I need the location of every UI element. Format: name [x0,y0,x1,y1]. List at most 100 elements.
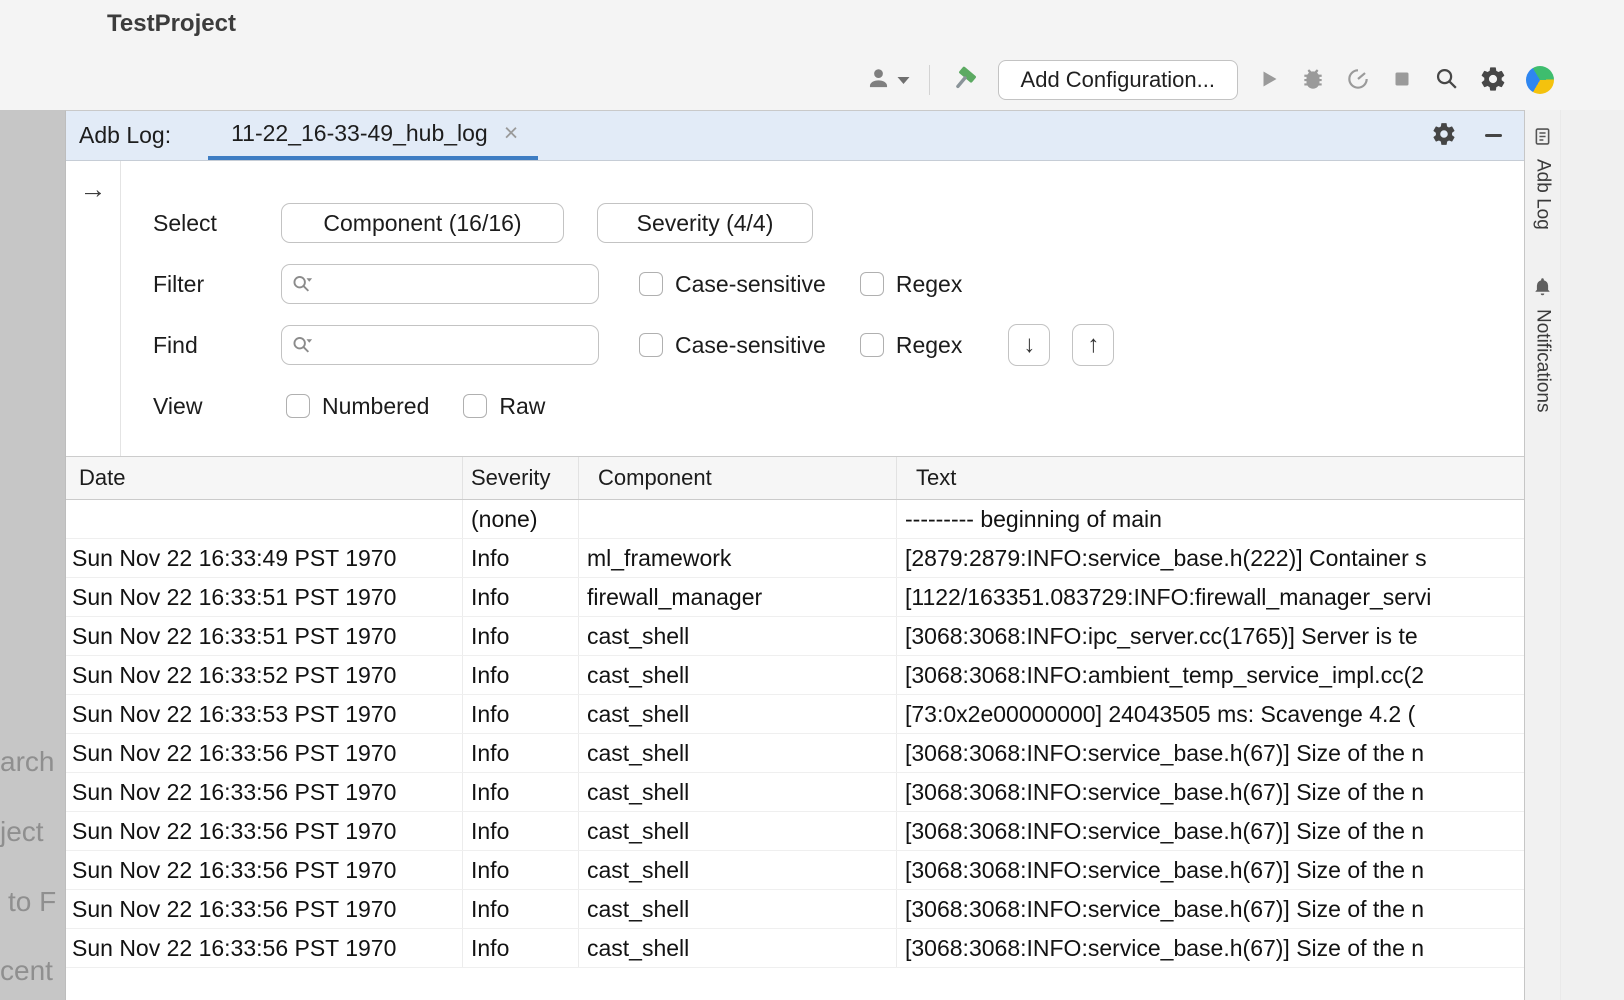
bell-icon [1532,276,1553,300]
select-row: Select Component (16/16) Severity (4/4) [153,203,1524,243]
profiler-button[interactable] [1345,66,1371,95]
filter-regex-label: Regex [896,271,962,298]
log-date: Sun Nov 22 16:33:51 PST 1970 [66,617,463,655]
toolbar-divider [929,65,930,95]
component-filter-button[interactable]: Component (16/16) [281,203,564,243]
filter-regex-checkbox[interactable] [860,272,884,296]
find-case-sensitive-checkbox[interactable] [639,333,663,357]
filter-case-sensitive-checkbox[interactable] [639,272,663,296]
table-row[interactable]: Sun Nov 22 16:33:56 PST 1970 Info cast_s… [66,890,1524,929]
bug-icon [1300,66,1326,95]
log-severity: (none) [463,500,579,538]
log-severity: Info [463,695,579,733]
tab-strip: Adb Log: 11-22_16-33-49_hub_log × [66,111,1524,161]
log-text: [3068:3068:INFO:service_base.h(67)] Size… [897,734,1524,772]
background-text-fragment: to F [8,886,56,918]
panel-title: Adb Log: [79,122,171,149]
log-file-tab[interactable]: 11-22_16-33-49_hub_log × [208,111,538,160]
tab-label: 11-22_16-33-49_hub_log [231,120,488,147]
log-component: cast_shell [579,929,897,967]
log-text: [3068:3068:INFO:service_base.h(67)] Size… [897,890,1524,928]
log-text: [3068:3068:INFO:service_base.h(67)] Size… [897,812,1524,850]
log-date: Sun Nov 22 16:33:49 PST 1970 [66,539,463,577]
user-account-button[interactable] [865,65,910,95]
gear-icon [1479,65,1507,96]
log-component [579,500,897,538]
find-input[interactable] [282,326,598,364]
log-severity: Info [463,851,579,889]
numbered-checkbox[interactable] [286,394,310,418]
search-everywhere-button[interactable] [1433,65,1460,95]
find-regex-label: Regex [896,332,962,359]
log-component: cast_shell [579,695,897,733]
table-row[interactable]: Sun Nov 22 16:33:53 PST 1970 Info cast_s… [66,695,1524,734]
table-row[interactable]: Sun Nov 22 16:33:56 PST 1970 Info cast_s… [66,851,1524,890]
log-date: Sun Nov 22 16:33:56 PST 1970 [66,812,463,850]
column-header-date[interactable]: Date [66,457,463,499]
filter-input[interactable] [282,265,598,303]
panel-actions [1431,111,1502,160]
raw-checkbox[interactable] [463,394,487,418]
find-row: Find Case-sensitive Regex ↓ ↑ [153,325,1524,365]
select-label: Select [153,210,281,237]
build-hammer-button[interactable] [949,64,979,97]
log-table: Date Severity Component Text (none) ----… [66,456,1524,1000]
find-next-button[interactable]: ↓ [1008,324,1050,366]
table-row[interactable]: Sun Nov 22 16:33:52 PST 1970 Info cast_s… [66,656,1524,695]
log-table-body: (none) --------- beginning of main Sun N… [66,500,1524,1000]
numbered-label: Numbered [322,393,429,420]
log-date: Sun Nov 22 16:33:52 PST 1970 [66,656,463,694]
hide-panel-button[interactable] [1485,134,1502,137]
column-header-severity[interactable]: Severity [463,457,579,499]
tool-button-label: Adb Log [1532,159,1554,230]
filter-input-wrap [281,264,599,304]
find-previous-button[interactable]: ↑ [1072,324,1114,366]
table-row[interactable]: Sun Nov 22 16:33:51 PST 1970 Info firewa… [66,578,1524,617]
table-row[interactable]: Sun Nov 22 16:33:51 PST 1970 Info cast_s… [66,617,1524,656]
table-row[interactable]: Sun Nov 22 16:33:56 PST 1970 Info cast_s… [66,773,1524,812]
severity-filter-button[interactable]: Severity (4/4) [597,203,813,243]
close-tab-icon[interactable]: × [504,121,519,146]
column-header-text[interactable]: Text [897,457,1524,499]
add-configuration-button[interactable]: Add Configuration... [998,60,1238,100]
settings-button[interactable] [1479,65,1507,96]
log-severity: Info [463,617,579,655]
collapse-arrow-button[interactable]: → [74,175,113,204]
window-edge-gutter [1561,110,1624,1000]
device-manager-button[interactable] [1526,66,1554,94]
log-severity: Info [463,578,579,616]
adb-log-panel: Adb Log: 11-22_16-33-49_hub_log × → Sele… [65,110,1524,1000]
table-row[interactable]: (none) --------- beginning of main [66,500,1524,539]
find-label: Find [153,332,281,359]
log-severity: Info [463,539,579,577]
log-text: [3068:3068:INFO:service_base.h(67)] Size… [897,929,1524,967]
column-header-component[interactable]: Component [579,457,897,499]
run-play-icon [1257,67,1281,94]
log-text: [73:0x2e00000000] 24043505 ms: Scavenge … [897,695,1524,733]
background-text-fragment: ject [0,816,44,848]
log-severity: Info [463,773,579,811]
log-text: [3068:3068:INFO:ipc_server.cc(1765)] Ser… [897,617,1524,655]
tool-button-label: Notifications [1532,309,1554,413]
raw-label: Raw [499,393,545,420]
panel-settings-button[interactable] [1431,121,1457,150]
find-regex-checkbox[interactable] [860,333,884,357]
table-row[interactable]: Sun Nov 22 16:33:56 PST 1970 Info cast_s… [66,812,1524,851]
log-severity: Info [463,734,579,772]
log-document-icon [1532,126,1553,150]
run-button[interactable] [1257,67,1281,94]
minimize-icon [1485,134,1502,137]
stop-button[interactable] [1390,67,1414,94]
log-text: --------- beginning of main [897,500,1524,538]
table-row[interactable]: Sun Nov 22 16:33:49 PST 1970 Info ml_fra… [66,539,1524,578]
background-text-fragment: cent [0,955,53,987]
log-date: Sun Nov 22 16:33:56 PST 1970 [66,734,463,772]
tool-button-notifications[interactable]: Notifications [1532,276,1554,413]
log-component: ml_framework [579,539,897,577]
table-row[interactable]: Sun Nov 22 16:33:56 PST 1970 Info cast_s… [66,734,1524,773]
debug-button[interactable] [1300,66,1326,95]
tool-button-adb-log[interactable]: Adb Log [1532,126,1554,230]
log-text: [3068:3068:INFO:ambient_temp_service_imp… [897,656,1524,694]
view-row: View Numbered Raw [153,386,1524,426]
table-row[interactable]: Sun Nov 22 16:33:56 PST 1970 Info cast_s… [66,929,1524,968]
